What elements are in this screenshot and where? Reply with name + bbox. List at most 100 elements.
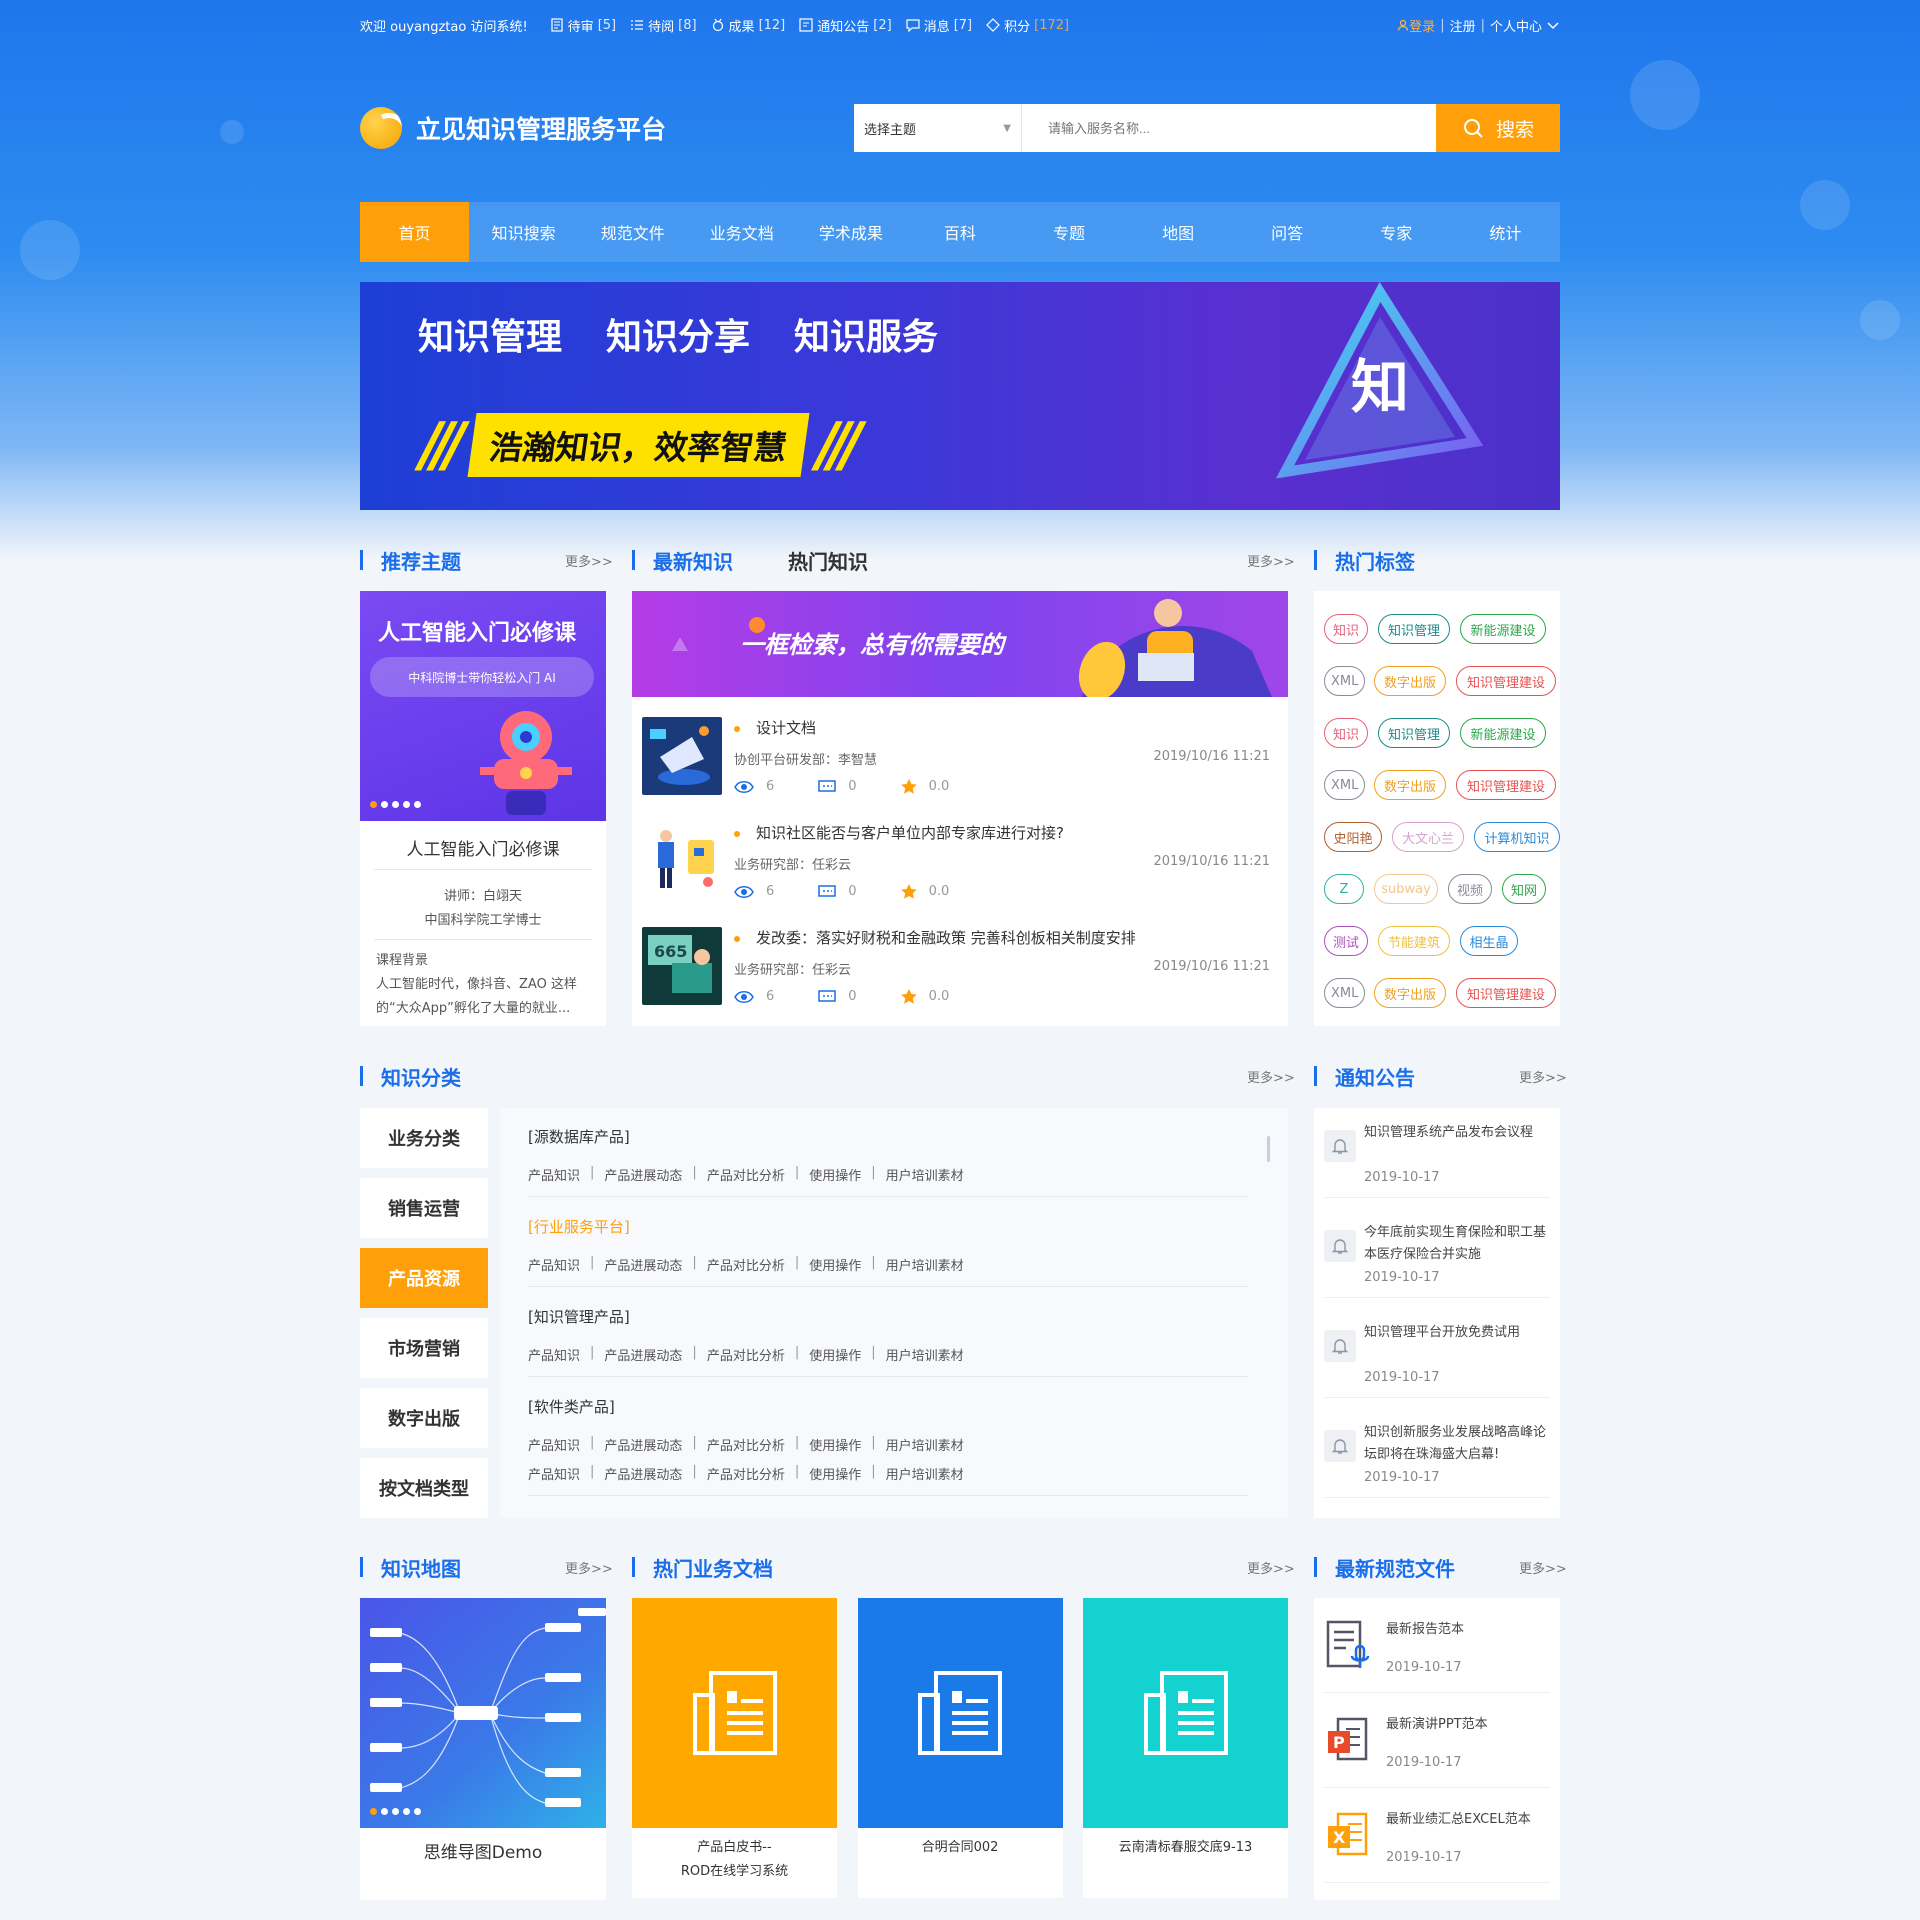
- tag-chip[interactable]: 相生晶: [1460, 926, 1518, 956]
- category-link[interactable]: 使用操作: [809, 1464, 861, 1483]
- category-link[interactable]: 用户培训素材: [886, 1165, 964, 1184]
- more-link[interactable]: 更多>>: [1247, 1067, 1295, 1086]
- knowledge-thumbnail[interactable]: [642, 717, 722, 795]
- category-link[interactable]: 产品进展动态: [604, 1255, 682, 1274]
- topbar-item-list[interactable]: 待阅 [8]: [630, 16, 697, 35]
- nav-item[interactable]: 业务文档: [687, 202, 796, 262]
- category-group-title[interactable]: [知识管理产品]: [528, 1306, 1248, 1327]
- knowledge-map-card[interactable]: 思维导图Demo: [360, 1598, 606, 1900]
- document-thumbnail[interactable]: [1083, 1598, 1288, 1828]
- tab-hot-knowledge[interactable]: 热门知识: [788, 546, 868, 575]
- document-caption[interactable]: 产品白皮书-- ROD在线学习系统: [632, 1836, 837, 1884]
- nav-item[interactable]: 问答: [1233, 202, 1342, 262]
- category-link[interactable]: 用户培训素材: [886, 1345, 964, 1364]
- category-link[interactable]: 产品对比分析: [707, 1165, 785, 1184]
- tag-chip[interactable]: 节能建筑: [1378, 926, 1450, 956]
- spec-item[interactable]: X 最新业绩汇总EXCEL范本 2019-10-17: [1324, 1788, 1550, 1883]
- category-link[interactable]: 产品知识: [528, 1255, 580, 1274]
- topbar-item-medal[interactable]: 成果 [12]: [711, 16, 785, 35]
- nav-item[interactable]: 首页: [360, 202, 470, 262]
- hero-banner[interactable]: 知识管理 知识分享 知识服务 /// 浩瀚知识，效率智慧 /// 知: [360, 282, 1560, 510]
- nav-item[interactable]: 知识搜索: [469, 202, 578, 262]
- knowledge-title[interactable]: 发改委：落实好财税和金融政策 完善科创板相关制度安排: [756, 927, 1136, 948]
- nav-item[interactable]: 地图: [1124, 202, 1233, 262]
- tag-chip[interactable]: 新能源建设: [1460, 718, 1546, 748]
- document-caption[interactable]: 合明合同002: [858, 1836, 1063, 1860]
- spec-title[interactable]: 最新报告范本: [1386, 1618, 1464, 1637]
- category-link[interactable]: 产品进展动态: [604, 1435, 682, 1454]
- tag-chip[interactable]: 知识管理建设: [1456, 978, 1556, 1008]
- category-link[interactable]: 产品进展动态: [604, 1165, 682, 1184]
- notice-title[interactable]: 知识管理平台开放免费试用: [1364, 1322, 1550, 1344]
- more-link[interactable]: 更多>>: [1519, 1558, 1567, 1577]
- login-link[interactable]: 登录: [1397, 16, 1435, 35]
- tag-chip[interactable]: 史阳艳: [1324, 822, 1382, 852]
- tag-chip[interactable]: subway: [1374, 874, 1438, 904]
- carousel-dots[interactable]: [370, 801, 421, 808]
- tag-chip[interactable]: Z: [1324, 874, 1364, 904]
- nav-item[interactable]: 专题: [1014, 202, 1123, 262]
- nav-item[interactable]: 学术成果: [796, 202, 905, 262]
- category-link[interactable]: 产品知识: [528, 1464, 580, 1483]
- more-link[interactable]: 更多>>: [1247, 551, 1295, 570]
- tag-chip[interactable]: 视频: [1448, 874, 1492, 904]
- notice-item[interactable]: 今年底前实现生育保险和职工基本医疗保险合并实施 2019-10-17: [1324, 1208, 1550, 1298]
- category-link[interactable]: 产品对比分析: [707, 1435, 785, 1454]
- topic-select[interactable]: 选择主题 ▼: [854, 104, 1022, 152]
- topbar-item-notice[interactable]: 通知公告 [2]: [799, 16, 892, 35]
- tag-chip[interactable]: 数字出版: [1374, 978, 1446, 1008]
- category-link[interactable]: 用户培训素材: [886, 1255, 964, 1274]
- tag-chip[interactable]: 知识: [1324, 614, 1368, 644]
- knowledge-thumbnail[interactable]: [642, 822, 722, 900]
- tag-chip[interactable]: 测试: [1324, 926, 1368, 956]
- category-link[interactable]: 产品对比分析: [707, 1255, 785, 1274]
- search-button[interactable]: 搜索: [1436, 104, 1560, 152]
- topbar-item-message[interactable]: 消息 [7]: [906, 16, 972, 35]
- nav-item[interactable]: 专家: [1342, 202, 1451, 262]
- notice-item[interactable]: 知识创新服务业发展战略高峰论坛即将在珠海盛大启幕! 2019-10-17: [1324, 1408, 1550, 1498]
- tag-chip[interactable]: XML: [1324, 978, 1366, 1008]
- category-group-title[interactable]: [软件类产品]: [528, 1396, 1248, 1417]
- category-link[interactable]: 产品进展动态: [604, 1345, 682, 1364]
- spec-title[interactable]: 最新演讲PPT范本: [1386, 1713, 1488, 1732]
- tag-chip[interactable]: 新能源建设: [1460, 614, 1546, 644]
- tag-chip[interactable]: 知识管理: [1378, 614, 1450, 644]
- category-link[interactable]: 产品对比分析: [707, 1464, 785, 1483]
- course-caption[interactable]: 人工智能入门必修课: [360, 835, 606, 860]
- search-input[interactable]: [1022, 104, 1436, 152]
- tag-chip[interactable]: 知识管理建设: [1456, 666, 1556, 696]
- hot-doc-item[interactable]: 合明合同002: [857, 1598, 1063, 1898]
- category-tab[interactable]: 按文档类型: [360, 1458, 488, 1518]
- spec-item[interactable]: 最新报告范本 2019-10-17: [1324, 1598, 1550, 1693]
- more-link[interactable]: 更多>>: [565, 551, 613, 570]
- tag-chip[interactable]: 数字出版: [1374, 666, 1446, 696]
- tag-chip[interactable]: 知识管理建设: [1456, 770, 1556, 800]
- more-link[interactable]: 更多>>: [1247, 1558, 1295, 1577]
- nav-item[interactable]: 统计: [1451, 202, 1560, 262]
- carousel-dots[interactable]: [370, 1808, 421, 1815]
- tag-chip[interactable]: XML: [1324, 666, 1366, 696]
- knowledge-title[interactable]: 设计文档: [756, 717, 816, 738]
- course-cover-image[interactable]: 人工智能入门必修课 中科院博士带你轻松入门 AI: [360, 591, 606, 821]
- tab-latest-knowledge[interactable]: 最新知识: [653, 546, 733, 575]
- tag-chip[interactable]: 大文心兰: [1392, 822, 1464, 852]
- more-link[interactable]: 更多>>: [1519, 1067, 1567, 1086]
- category-tab[interactable]: 销售运营: [360, 1178, 488, 1238]
- tag-chip[interactable]: 知网: [1502, 874, 1546, 904]
- category-tab[interactable]: 数字出版: [360, 1388, 488, 1448]
- category-link[interactable]: 使用操作: [809, 1345, 861, 1364]
- notice-title[interactable]: 知识管理系统产品发布会议程: [1364, 1122, 1550, 1144]
- knowledge-thumbnail[interactable]: 665: [642, 927, 722, 1005]
- document-caption[interactable]: 云南清标春服交底9-13: [1083, 1836, 1288, 1860]
- category-tab[interactable]: 市场营销: [360, 1318, 488, 1378]
- nav-item[interactable]: 百科: [905, 202, 1014, 262]
- nav-item[interactable]: 规范文件: [578, 202, 687, 262]
- category-link[interactable]: 用户培训素材: [886, 1435, 964, 1454]
- spec-title[interactable]: 最新业绩汇总EXCEL范本: [1386, 1808, 1531, 1827]
- notice-title[interactable]: 今年底前实现生育保险和职工基本医疗保险合并实施: [1364, 1222, 1550, 1266]
- more-link[interactable]: 更多>>: [565, 1558, 613, 1577]
- tag-chip[interactable]: 数字出版: [1374, 770, 1446, 800]
- category-link[interactable]: 产品知识: [528, 1165, 580, 1184]
- category-link[interactable]: 产品知识: [528, 1345, 580, 1364]
- tag-chip[interactable]: 计算机知识: [1474, 822, 1560, 852]
